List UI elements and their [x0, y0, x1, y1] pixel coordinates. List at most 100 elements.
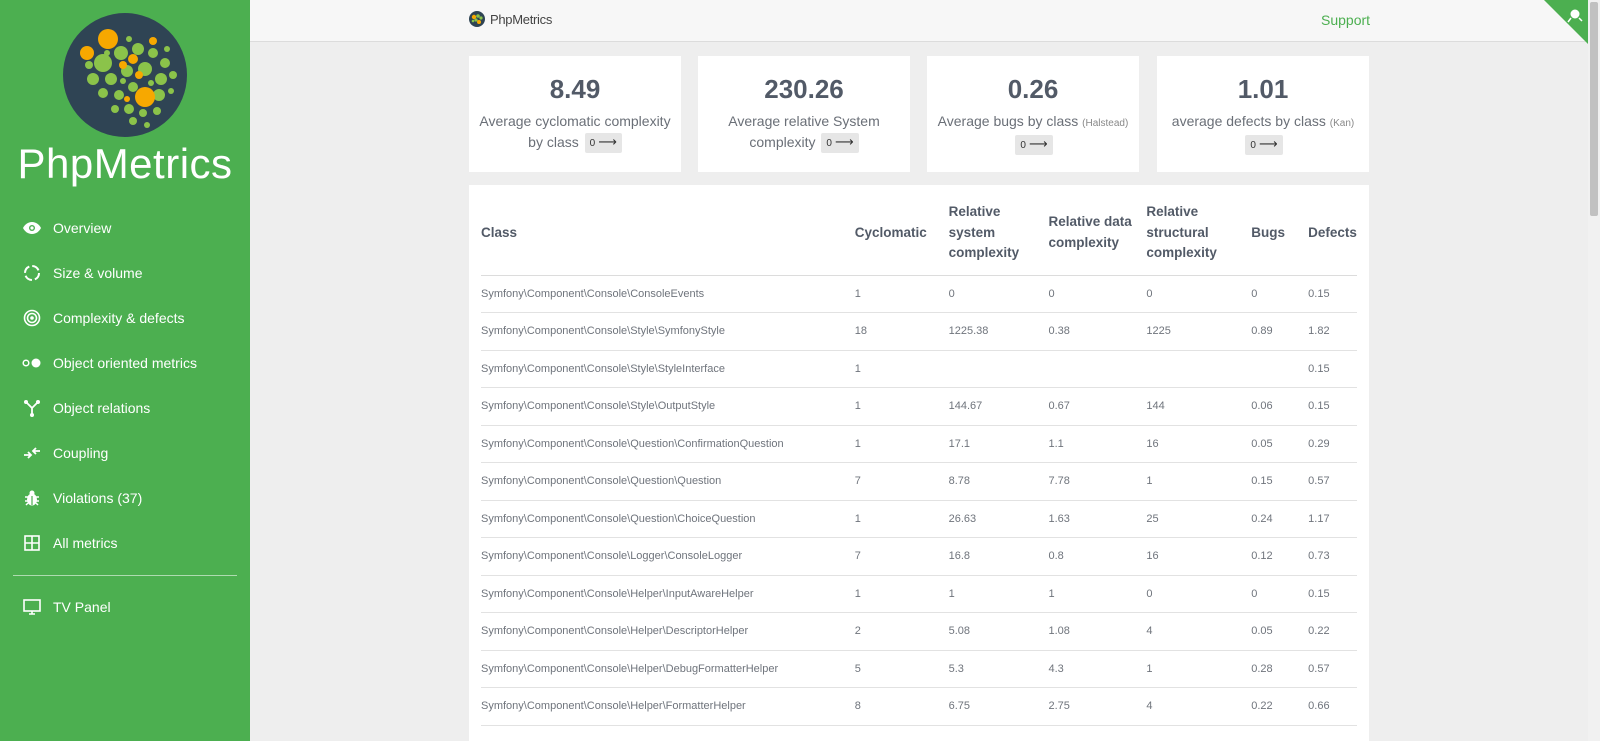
sidebar-item-oo-metrics[interactable]: Object oriented metrics [0, 340, 250, 385]
sidebar-item-label: Overview [53, 219, 112, 236]
cell-relative-data: 1.1 [1048, 425, 1147, 463]
table-row: Symfony\Component\Console\Helper\InputAw… [481, 575, 1357, 613]
sidebar-item-label: TV Panel [53, 598, 111, 615]
support-link[interactable]: Support [1321, 12, 1370, 28]
sidebar-item-label: Object relations [53, 399, 151, 416]
cell-relative-data: 0.38 [1048, 312, 1147, 351]
column-header-relative-data[interactable]: Relative data complexity [1048, 202, 1147, 276]
cell-defects: 0.57 [1308, 462, 1357, 501]
column-header-bugs[interactable]: Bugs [1251, 202, 1309, 276]
metric-label: Average bugs by class (Halstead) 0 ⟶ [927, 111, 1139, 156]
sidebar-item-label: Size & volume [53, 264, 143, 281]
metric-card-bugs: 0.26 Average bugs by class (Halstead) 0 ⟶ [927, 56, 1139, 172]
cell-bugs [1251, 350, 1309, 388]
sidebar-item-violations[interactable]: Violations (37) [0, 475, 250, 520]
cell-class: Symfony\Component\Console\Style\StyleInt… [481, 350, 855, 388]
bug-icon [22, 488, 42, 508]
cell-bugs: 0.05 [1251, 612, 1309, 651]
sidebar-item-label: Object oriented metrics [53, 354, 197, 371]
sidebar-item-all-metrics[interactable]: All metrics [0, 520, 250, 565]
metric-value: 0.26 [1007, 74, 1059, 104]
arrow-right-icon: ⟶ [598, 134, 617, 150]
cell-cyclomatic: 1 [854, 425, 949, 463]
cell-relative-data: 0.67 [1048, 387, 1147, 426]
cell-bugs: 0.05 [1251, 425, 1309, 463]
metric-value: 1.01 [1237, 74, 1289, 104]
cell-relative-structural: 144 [1146, 387, 1252, 426]
cell-relative-structural: 0 [1146, 275, 1252, 313]
cell-defects: 0.57 [1308, 650, 1357, 688]
cell-class: Symfony\Component\Console\ConsoleEvents [481, 275, 855, 313]
cell-relative-structural: 4 [1146, 687, 1252, 726]
table-row: Symfony\Component\Console\Question\Confi… [481, 425, 1357, 463]
cell-cyclomatic: 18 [854, 312, 949, 351]
relations-icon [22, 398, 42, 418]
top-brand-label: PhpMetrics [490, 11, 553, 27]
cell-bugs: 0.89 [1251, 312, 1309, 351]
scrollbar-thumb[interactable] [1590, 2, 1598, 216]
metric-card-defects: 1.01 average defects by class (Kan) 0 ⟶ [1157, 56, 1369, 172]
cell-class: Symfony\Component\Console\Helper\Formatt… [481, 687, 855, 726]
github-corner[interactable] [1544, 0, 1588, 44]
trend-value: 0 [589, 138, 596, 150]
trend-badge: 0 ⟶ [821, 133, 859, 154]
column-header-relative-system[interactable]: Relative system complexity [948, 202, 1049, 276]
cell-defects: 0.15 [1308, 350, 1357, 388]
cell-bugs: 0.12 [1251, 537, 1309, 576]
cell-defects: 1.17 [1308, 500, 1357, 538]
cell-cyclomatic: 8 [854, 687, 949, 726]
cell-class: Symfony\Component\Console\Question\Quest… [481, 462, 855, 501]
cell-bugs: 0.06 [1251, 387, 1309, 426]
column-header-class[interactable]: Class [481, 202, 855, 276]
trend-value: 0 [1250, 140, 1256, 152]
cell-defects: 0.29 [1308, 425, 1357, 463]
cell-relative-data: 4.3 [1048, 650, 1147, 688]
table-row: Symfony\Component\Console\Logger\Console… [481, 537, 1357, 576]
cell-cyclomatic: 1 [854, 575, 949, 613]
cell-relative-structural: 16 [1146, 425, 1252, 463]
cell-relative-data: 0 [1048, 275, 1147, 313]
page-scrollbar[interactable] [1588, 0, 1600, 741]
trend-value: 0 [826, 138, 832, 150]
cell-relative-system: 144.67 [948, 387, 1049, 426]
monitor-icon [22, 597, 42, 617]
table-row: Symfony\Component\Console\Question\Choic… [481, 500, 1357, 538]
cell-cyclomatic: 1 [854, 350, 949, 388]
arrow-right-icon: ⟶ [1258, 136, 1278, 152]
table-header-row: Class Cyclomatic Relative system complex… [481, 202, 1357, 276]
cell-relative-system: 1 [948, 575, 1049, 613]
grid-icon [22, 533, 42, 553]
cell-class: Symfony\Component\Console\Question\Choic… [481, 500, 855, 538]
cell-relative-system: 6.75 [948, 687, 1049, 726]
coupling-icon [22, 443, 42, 463]
cell-bugs: 0.15 [1251, 462, 1309, 501]
cell-cyclomatic: 7 [854, 537, 949, 576]
complexity-table: Class Cyclomatic Relative system complex… [481, 202, 1357, 726]
column-header-defects[interactable]: Defects [1308, 202, 1357, 276]
cell-class: Symfony\Component\Console\Helper\DebugFo… [481, 650, 855, 688]
cell-relative-system: 1225.38 [948, 312, 1049, 351]
cell-cyclomatic: 5 [854, 650, 949, 688]
cell-cyclomatic: 1 [854, 275, 949, 313]
sidebar-item-size-volume[interactable]: Size & volume [0, 250, 250, 295]
sidebar-item-overview[interactable]: Overview [0, 205, 250, 250]
arrow-right-icon: ⟶ [834, 134, 854, 150]
cell-cyclomatic: 2 [854, 612, 949, 651]
sidebar-item-coupling[interactable]: Coupling [0, 430, 250, 475]
sidebar-item-complexity-defects[interactable]: Complexity & defects [0, 295, 250, 340]
eye-icon [22, 218, 42, 238]
metric-card-cyclomatic: 8.49 Average cyclomatic complexity by cl… [469, 56, 681, 172]
sidebar-item-tv-panel[interactable]: TV Panel [0, 584, 250, 629]
table-row: Symfony\Component\Console\ConsoleEvents 1… [481, 275, 1357, 313]
metric-label: Average cyclomatic complexity by class 0… [469, 111, 681, 154]
top-brand[interactable]: PhpMetrics [469, 11, 552, 27]
cell-bugs: 0.22 [1251, 687, 1309, 726]
cell-defects: 0.66 [1308, 687, 1357, 726]
cell-class: Symfony\Component\Console\Helper\Descrip… [481, 612, 855, 651]
column-header-cyclomatic[interactable]: Cyclomatic [854, 202, 949, 276]
cell-bugs: 0 [1251, 575, 1309, 613]
sidebar-brand: PhpMetrics [17, 140, 233, 187]
column-header-relative-structural[interactable]: Relative structural complexity [1146, 202, 1252, 276]
sidebar-item-object-relations[interactable]: Object relations [0, 385, 250, 430]
trend-value: 0 [1020, 140, 1026, 152]
